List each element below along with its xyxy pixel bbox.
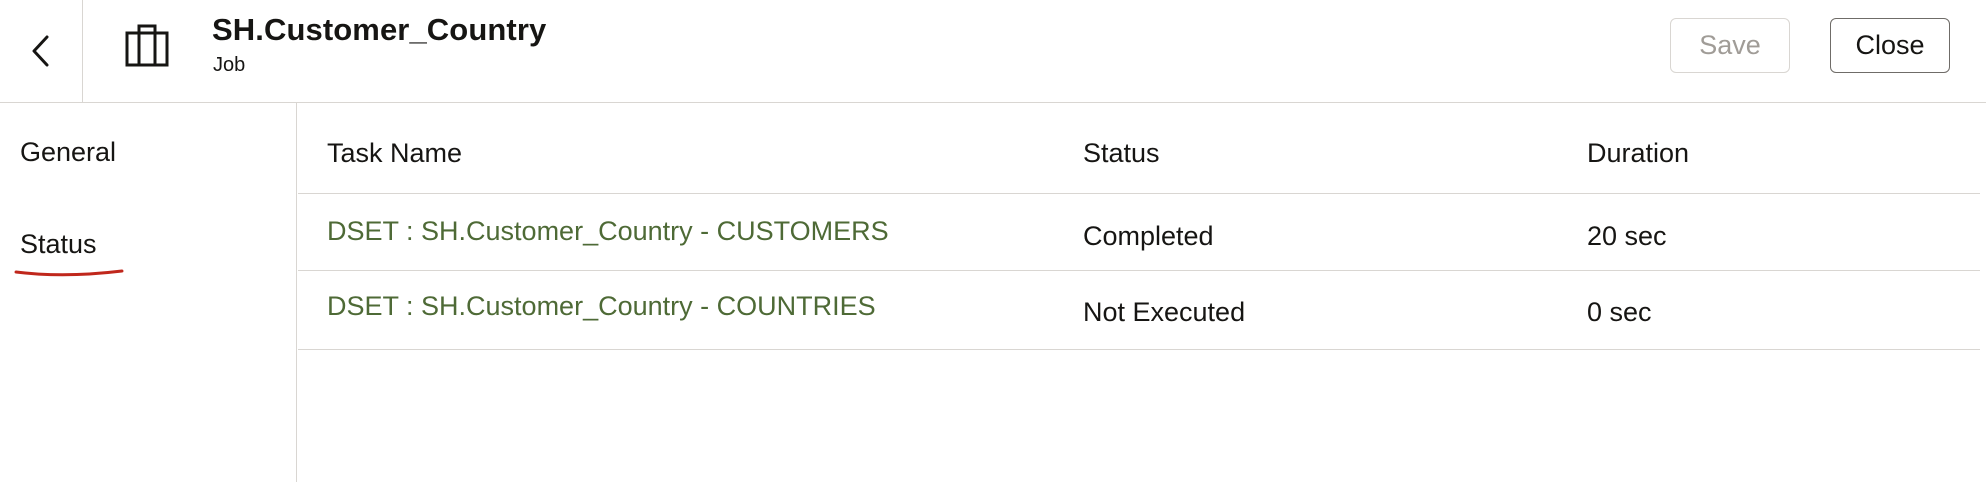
task-status: Not Executed <box>1083 297 1246 327</box>
selected-tab-underline <box>14 269 124 277</box>
briefcase-icon <box>125 24 169 67</box>
table-header-row: Task Name Status Duration <box>298 103 1980 194</box>
column-header-task-name[interactable]: Task Name <box>327 138 462 169</box>
sidebar-item-status[interactable]: Status <box>20 229 97 260</box>
task-duration: 0 sec <box>1587 297 1652 327</box>
sidebar-item-general[interactable]: General <box>20 137 116 168</box>
page-subtitle: Job <box>213 54 246 76</box>
table-row[interactable]: DSET : SH.Customer_Country - COUNTRIES N… <box>298 271 1980 350</box>
save-button[interactable]: Save <box>1670 18 1790 73</box>
back-button[interactable] <box>0 0 83 102</box>
task-duration: 20 sec <box>1587 221 1667 251</box>
table-row[interactable]: DSET : SH.Customer_Country - CUSTOMERS C… <box>298 194 1980 271</box>
chevron-left-icon <box>32 35 49 67</box>
task-name-link[interactable]: DSET : SH.Customer_Country - CUSTOMERS <box>327 216 889 247</box>
sidebar-nav: General Status <box>0 103 297 482</box>
task-status: Completed <box>1083 221 1214 251</box>
task-name-link[interactable]: DSET : SH.Customer_Country - COUNTRIES <box>327 291 876 322</box>
page-header: SH.Customer_Country Job Save Close <box>0 0 1986 103</box>
column-header-status[interactable]: Status <box>1083 138 1160 169</box>
close-button[interactable]: Close <box>1830 18 1950 73</box>
column-header-duration[interactable]: Duration <box>1587 138 1689 169</box>
page-title: SH.Customer_Country <box>212 12 547 47</box>
status-table: Task Name Status Duration DSET : SH.Cust… <box>298 103 1980 482</box>
